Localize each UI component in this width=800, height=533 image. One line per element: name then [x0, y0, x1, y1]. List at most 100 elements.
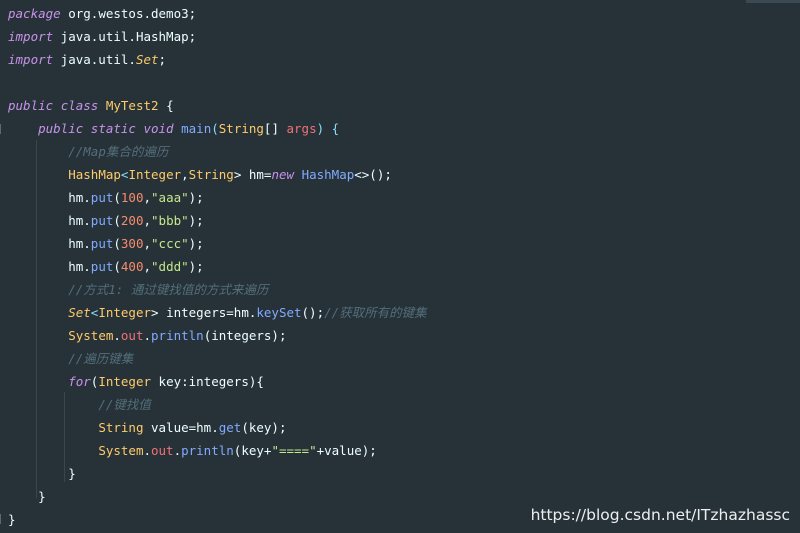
code-line[interactable]: hm.put(400,"ddd");	[8, 255, 204, 278]
code-line[interactable]: hm.put(200,"bbb");	[8, 209, 204, 232]
code-token: }	[8, 512, 16, 527]
code-token: hm.	[8, 190, 91, 205]
code-token: java.util.HashMap;	[53, 29, 197, 44]
code-token: 400	[120, 259, 144, 274]
code-token: main	[181, 121, 212, 136]
code-token: put	[90, 236, 114, 251]
code-line[interactable]: hm.put(100,"aaa");	[8, 186, 204, 209]
code-token: public	[38, 121, 84, 136]
code-line[interactable]: System.out.println(key+"===="+value);	[8, 439, 377, 462]
code-token: value=hm.	[143, 420, 219, 435]
code-token: +value);	[316, 443, 377, 458]
code-line[interactable]: HashMap<Integer,String> hm=new HashMap<>…	[8, 163, 392, 186]
code-token: import	[8, 29, 54, 44]
code-token: out	[151, 443, 174, 458]
code-token: get	[218, 420, 242, 435]
code-line[interactable]: String value=hm.get(key);	[8, 416, 286, 439]
code-line[interactable]: public static void main(String[] args) {	[8, 117, 339, 140]
code-token: //遍历键集	[68, 351, 134, 366]
code-token: package	[8, 6, 61, 21]
code-token: Integer	[98, 305, 152, 320]
code-token: String	[188, 167, 234, 182]
code-token: hm.	[8, 236, 91, 251]
code-line[interactable]: //方式1: 通过键找值的方式来遍历	[8, 278, 268, 301]
code-token: > integers=hm.	[151, 305, 257, 320]
code-token: //键找值	[98, 397, 151, 412]
code-token: public	[8, 98, 54, 113]
code-token: println	[151, 328, 204, 343]
code-token: }	[8, 466, 76, 481]
code-token: key:integers){	[151, 374, 264, 389]
code-token: (key+	[233, 443, 272, 458]
code-line[interactable]: }	[8, 485, 46, 508]
code-token: Integer	[128, 167, 182, 182]
code-token: //Map集合的遍历	[68, 144, 169, 159]
code-token: (	[113, 190, 121, 205]
code-line[interactable]: }	[8, 508, 16, 531]
code-token: //获取所有的键集	[324, 305, 427, 320]
code-line[interactable]: import java.util.HashMap;	[8, 25, 196, 48]
code-line[interactable]: }	[8, 462, 76, 485]
code-token: Integer	[98, 374, 152, 389]
code-token: HashMap	[68, 167, 121, 182]
code-token: );	[188, 236, 204, 251]
horizontal-scrollbar[interactable]	[746, 0, 800, 3]
code-token: 200	[120, 213, 144, 228]
code-token: hm.	[8, 213, 91, 228]
code-line[interactable]: package org.westos.demo3;	[8, 2, 196, 25]
code-token: (	[113, 236, 121, 251]
code-token: []	[263, 121, 287, 136]
code-token: .	[143, 443, 151, 458]
code-token: println	[181, 443, 234, 458]
code-token: (	[113, 259, 121, 274]
code-token: ,	[143, 190, 152, 205]
code-token: Set	[68, 305, 91, 320]
code-token: System	[98, 443, 144, 458]
code-line[interactable]: public class MyTest2 {	[8, 94, 174, 117]
code-token: ();	[301, 305, 325, 320]
code-line[interactable]: hm.put(300,"ccc");	[8, 232, 204, 255]
code-token: ,	[143, 213, 152, 228]
code-line[interactable]: import java.util.Set;	[8, 48, 166, 71]
code-token: (integers);	[203, 328, 287, 343]
code-token: ,	[143, 236, 152, 251]
code-token: );	[188, 190, 204, 205]
code-token: org.westos.demo3;	[60, 6, 197, 21]
code-token: void	[143, 121, 174, 136]
code-token: put	[90, 190, 114, 205]
code-token: MyTest2	[105, 98, 159, 113]
code-line[interactable]: Set<Integer> integers=hm.keySet();//获取所有…	[8, 301, 427, 324]
code-token: put	[90, 259, 114, 274]
code-token: keySet	[256, 305, 302, 320]
code-token: //方式1: 通过键找值的方式来遍历	[68, 282, 269, 297]
code-editor[interactable]: package org.westos.demo3; import java.uti…	[0, 0, 800, 533]
code-line[interactable]: for(Integer key:integers){	[8, 370, 264, 393]
code-line[interactable]: //遍历键集	[8, 347, 133, 370]
code-line[interactable]: //键找值	[8, 393, 151, 416]
watermark: https://blog.csdn.net/ITzhazhassc	[530, 506, 790, 524]
code-token: .	[113, 328, 121, 343]
code-token: Set	[135, 52, 159, 67]
code-token: System	[68, 328, 114, 343]
code-token: > hm=	[233, 167, 272, 182]
code-line[interactable]: System.out.println(integers);	[8, 324, 287, 347]
code-token: static	[90, 121, 136, 136]
code-token: }	[8, 489, 46, 504]
code-token: "bbb"	[151, 213, 189, 228]
code-token: (key);	[241, 420, 287, 435]
code-line[interactable]: //Map集合的遍历	[8, 140, 168, 163]
code-token: "ddd"	[151, 259, 189, 274]
